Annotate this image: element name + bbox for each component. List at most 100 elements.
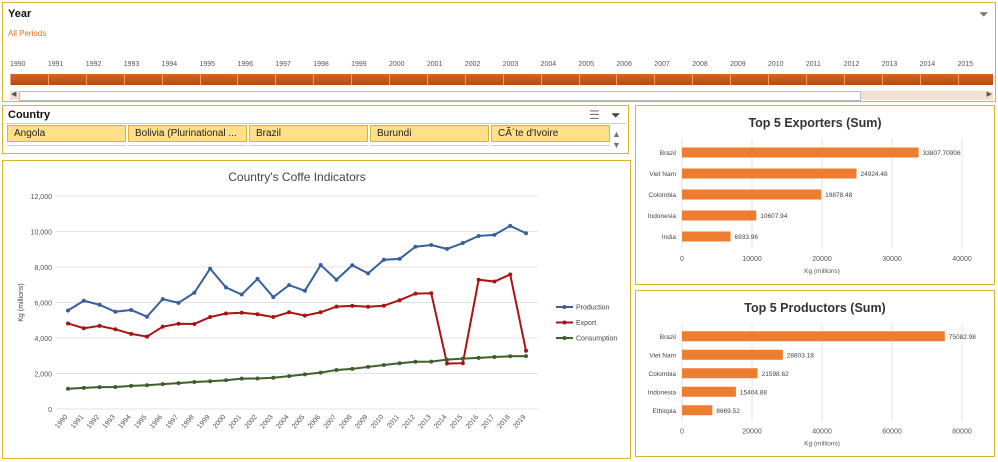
data-point — [366, 271, 371, 276]
timeline-tick — [730, 74, 732, 85]
timeline-year-label[interactable]: 1998 — [313, 61, 329, 68]
data-point — [255, 276, 260, 281]
slicer-item-burundi[interactable]: Burundi — [370, 125, 489, 142]
productors-bar-chart: Top 5 Productors (Sum) 0 20000 40000 60000 80… — [648, 301, 976, 448]
bar — [682, 210, 757, 221]
bar — [682, 349, 783, 360]
chevron-down-icon[interactable]: ▼ — [612, 139, 621, 151]
data-point — [476, 233, 481, 238]
timeline-year-label[interactable]: 2000 — [389, 61, 405, 68]
timeline-period-bar[interactable] — [10, 74, 993, 85]
data-label: 10607.94 — [760, 213, 787, 220]
data-point — [271, 295, 276, 300]
data-point — [302, 288, 307, 293]
clear-filter-icon[interactable]: ⏷ — [611, 109, 621, 121]
category-label: Indonesia — [648, 389, 677, 396]
data-point — [129, 331, 134, 336]
legend-label: Export — [576, 320, 596, 327]
data-point — [160, 382, 165, 387]
slicer-item-angola[interactable]: Angola — [7, 125, 126, 142]
timeline-filter-label[interactable]: All Periods — [8, 29, 46, 38]
timeline-year-label[interactable]: 2007 — [654, 61, 670, 68]
timeline-scrollbar[interactable]: ◀ ▶ — [10, 90, 993, 101]
timeline-year-label[interactable]: 1991 — [48, 61, 64, 68]
timeline-year-label[interactable]: 1999 — [351, 61, 367, 68]
timeline-year-label[interactable]: 1992 — [86, 61, 102, 68]
slicer-row-divider — [7, 145, 126, 148]
x-tick-label: 30000 — [882, 256, 902, 263]
multi-select-icon[interactable]: ☰ — [589, 109, 600, 121]
x-tick-label: 0 — [680, 256, 684, 263]
data-point — [366, 364, 371, 369]
timeline-year-label[interactable]: 2004 — [541, 61, 557, 68]
timeline-year-label[interactable]: 2014 — [920, 61, 936, 68]
timeline-year-label[interactable]: 2001 — [427, 61, 443, 68]
slicer-item-cote-divoire[interactable]: CÃ´te d'Ivoire — [491, 125, 610, 142]
data-point — [176, 381, 181, 386]
x-tick-label: 1990 — [54, 414, 69, 431]
timeline-year-label[interactable]: 1994 — [162, 61, 178, 68]
series-line-production — [67, 224, 527, 318]
data-point — [350, 263, 355, 268]
data-point — [350, 303, 355, 308]
slicer-item-brazil[interactable]: Brazil — [249, 125, 368, 142]
x-tick-label: 2011 — [386, 414, 401, 430]
scroll-right-icon[interactable]: ▶ — [987, 90, 992, 98]
data-point — [460, 361, 465, 366]
data-point — [271, 315, 276, 320]
data-label: 19878.48 — [825, 192, 852, 199]
timeline-year-label[interactable]: 2006 — [616, 61, 632, 68]
data-point — [192, 290, 197, 295]
category-label: Ethiopia — [653, 408, 677, 415]
timeline-year-label[interactable]: 1990 — [10, 61, 26, 68]
slicer-title: Country — [8, 109, 51, 121]
timeline-year-label[interactable]: 2003 — [503, 61, 519, 68]
clear-filter-icon[interactable]: ⏷ — [979, 8, 989, 20]
x-tick-label: 1994 — [117, 414, 132, 431]
x-tick-label: 10000 — [742, 256, 762, 263]
data-point — [208, 379, 213, 384]
timeline-tick — [578, 74, 580, 85]
data-point — [208, 315, 213, 320]
data-label: 33807.70906 — [923, 150, 961, 157]
timeline-year-label[interactable]: 2012 — [844, 61, 860, 68]
data-label: 8669.52 — [716, 408, 740, 415]
x-tick-label: 2015 — [449, 414, 464, 431]
data-point — [445, 357, 450, 362]
timeline-year-label[interactable]: 2009 — [730, 61, 746, 68]
timeline-year-label[interactable]: 2011 — [806, 61, 821, 68]
bar — [682, 231, 731, 242]
category-label: Brazil — [660, 334, 677, 341]
data-point — [334, 277, 339, 282]
timeline-year-label[interactable]: 2008 — [692, 61, 708, 68]
timeline-year-label[interactable]: 2015 — [958, 61, 974, 68]
timeline-year-label[interactable]: 2002 — [465, 61, 481, 68]
timeline-year-label[interactable]: 2013 — [882, 61, 898, 68]
timeline-year-label[interactable]: 1996 — [237, 61, 253, 68]
category-label: Viet Nam — [649, 352, 676, 359]
timeline-year-label[interactable]: 2010 — [768, 61, 784, 68]
data-point — [318, 263, 323, 268]
timeline-scroll-thumb[interactable] — [19, 91, 861, 101]
data-point — [429, 242, 434, 247]
slicer-row-divider — [491, 145, 610, 148]
exporters-chart-panel: Top 5 Exporters (Sum) 0 10000 20000 30000 400… — [635, 105, 995, 285]
timeline-year-label[interactable]: 1995 — [200, 61, 216, 68]
data-point — [113, 309, 118, 314]
data-point — [302, 372, 307, 377]
timeline-year-label[interactable]: 1993 — [124, 61, 140, 68]
timeline-tick — [123, 74, 125, 85]
timeline-year-label[interactable]: 1997 — [275, 61, 291, 68]
data-point — [334, 304, 339, 309]
data-point — [66, 321, 70, 326]
scroll-left-icon[interactable]: ◀ — [11, 90, 16, 98]
slicer-item-bolivia[interactable]: Bolivia (Plurinational ... — [128, 125, 247, 142]
data-point — [524, 231, 528, 236]
timeline-tick — [768, 74, 769, 85]
x-tick-label: 40000 — [952, 256, 972, 263]
timeline-tick — [313, 74, 315, 85]
timeline-tick — [540, 74, 542, 85]
data-point — [160, 324, 165, 329]
timeline-year-label[interactable]: 2005 — [579, 61, 595, 68]
timeline-tick — [919, 74, 921, 85]
